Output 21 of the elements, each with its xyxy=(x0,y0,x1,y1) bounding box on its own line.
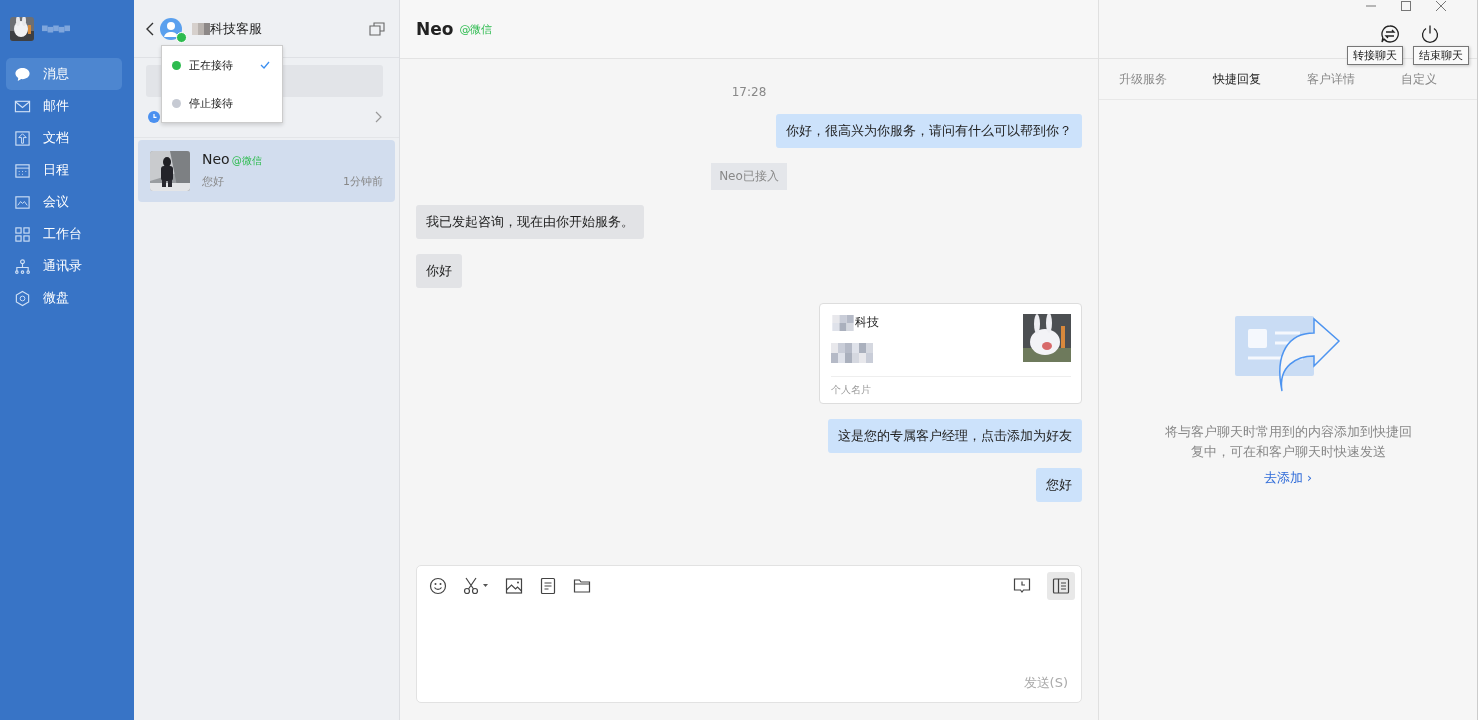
timestamp: 17:28 xyxy=(731,85,767,99)
service-title: 科技客服 xyxy=(210,19,263,38)
tooltip: 转接聊天 xyxy=(1347,46,1403,65)
received-message: 我已发起咨询，现在由你开始服务。 xyxy=(416,205,644,239)
tooltip: 结束聊天 xyxy=(1413,46,1469,65)
chat-title: Neo xyxy=(416,19,454,39)
card-title: 科技 xyxy=(855,314,879,331)
sent-message: 你好，很高兴为你服务，请问有什么可以帮到你？ xyxy=(776,114,1082,148)
sent-message: 这是您的专属客户经理，点击添加为好友 xyxy=(828,419,1082,453)
status-label: 停止接待 xyxy=(189,95,233,111)
source-label: @微信 xyxy=(231,154,262,168)
source-label: @微信 xyxy=(459,21,493,37)
sent-message: 您好 xyxy=(1036,468,1082,502)
system-notice: Neo已接入 xyxy=(711,163,787,190)
status-label: 正在接待 xyxy=(189,57,233,73)
message-time: 1分钟前 xyxy=(343,174,383,189)
received-message: 你好 xyxy=(416,254,462,288)
message-preview: 您好 xyxy=(202,174,224,189)
empty-hint: 将与客户聊天时常用到的内容添加到快捷回复中，可在和客户聊天时快速发送 xyxy=(1163,423,1413,461)
card-type-label: 个人名片 xyxy=(831,383,872,397)
contact-name: Neo xyxy=(202,151,230,167)
